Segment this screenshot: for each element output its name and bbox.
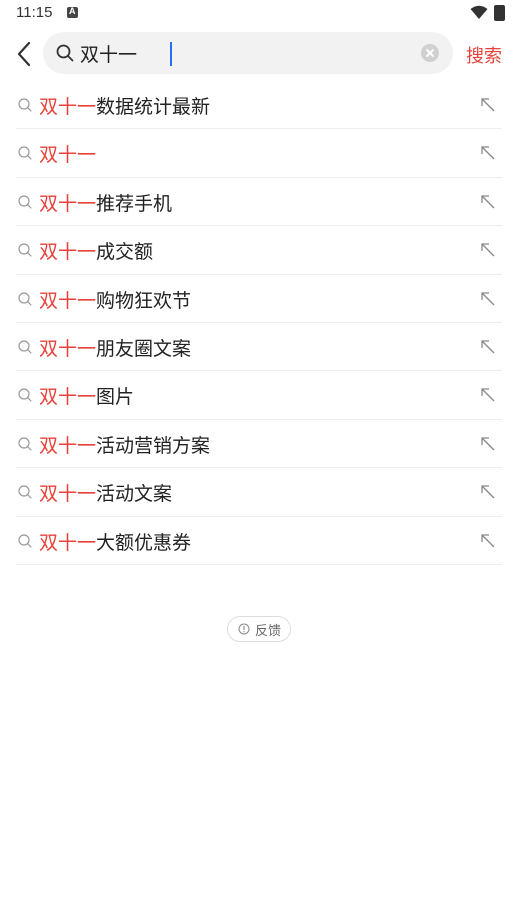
suggestion-rest: 推荐手机 xyxy=(96,192,173,215)
feedback-label: 反馈 xyxy=(255,624,282,639)
battery-icon xyxy=(494,5,505,21)
suggestion-text: 双十一朋友圈文案 xyxy=(39,334,191,361)
suggestion-item[interactable]: 双十一购物狂欢节 xyxy=(16,275,502,323)
fill-query-arrow-icon[interactable] xyxy=(480,533,496,549)
suggestion-text: 双十一数据统计最新 xyxy=(39,92,210,119)
search-icon xyxy=(18,388,32,402)
suggestion-text: 双十一活动营销方案 xyxy=(39,431,210,458)
search-button[interactable]: 搜索 xyxy=(466,42,502,68)
suggestion-text: 双十一大额优惠券 xyxy=(39,528,191,555)
suggestion-rest: 数据统计最新 xyxy=(96,96,211,118)
suggestion-item[interactable]: 双十一成交额 xyxy=(16,226,502,275)
suggestion-text: 双十一成交额 xyxy=(39,237,153,264)
fill-query-arrow-icon[interactable] xyxy=(480,339,496,355)
search-icon xyxy=(18,437,32,451)
suggestion-rest: 成交额 xyxy=(96,241,154,264)
search-icon xyxy=(18,340,32,354)
search-icon xyxy=(18,195,32,209)
notification-a-icon xyxy=(67,6,78,18)
search-icon xyxy=(56,44,74,62)
suggestion-item[interactable]: 双十一推荐手机 xyxy=(16,178,502,227)
text-caret xyxy=(170,42,172,66)
suggestion-highlight: 双十一 xyxy=(39,434,97,457)
suggestion-item[interactable]: 双十一数据统计最新 xyxy=(16,81,502,130)
fill-query-arrow-icon[interactable] xyxy=(480,291,496,307)
search-header: 搜索 xyxy=(0,30,518,78)
fill-query-arrow-icon[interactable] xyxy=(480,145,496,161)
suggestion-item[interactable]: 双十一活动文案 xyxy=(16,468,502,517)
fill-query-arrow-icon[interactable] xyxy=(480,97,496,113)
fill-query-arrow-icon[interactable] xyxy=(480,194,496,210)
suggestion-rest: 大额优惠券 xyxy=(96,531,192,554)
status-time: 11:15 xyxy=(16,4,53,21)
suggestion-rest: 图片 xyxy=(96,386,135,409)
suggestion-highlight: 双十一 xyxy=(39,289,97,312)
search-icon xyxy=(18,243,32,257)
suggestion-text: 双十一购物狂欢节 xyxy=(39,286,191,313)
suggestion-highlight: 双十一 xyxy=(39,241,97,264)
fill-query-arrow-icon[interactable] xyxy=(480,436,496,452)
suggestion-item[interactable]: 双十一图片 xyxy=(16,371,502,420)
suggestion-rest: 朋友圈文案 xyxy=(96,337,192,360)
back-arrow-icon xyxy=(17,41,31,67)
suggestion-text: 双十一 xyxy=(39,140,96,167)
search-icon xyxy=(18,485,32,499)
suggestion-rest: 购物狂欢节 xyxy=(96,289,192,312)
suggestion-highlight: 双十一 xyxy=(39,96,97,118)
suggestion-item[interactable]: 双十一大额优惠券 xyxy=(16,517,502,565)
suggestion-text: 双十一活动文案 xyxy=(39,479,172,506)
search-input[interactable] xyxy=(80,40,410,66)
fill-query-arrow-icon[interactable] xyxy=(480,242,496,258)
back-button[interactable] xyxy=(14,40,36,68)
feedback-button[interactable]: 反馈 xyxy=(227,616,291,642)
search-icon xyxy=(18,146,32,160)
suggestion-rest: 活动营销方案 xyxy=(96,434,211,457)
suggestion-text: 双十一图片 xyxy=(39,382,134,409)
suggestion-list: 双十一数据统计最新 双十一 双十一推荐手机 双十一成交额 双十一购物狂欢节 双十… xyxy=(0,81,518,565)
suggestion-item[interactable]: 双十一朋友圈文案 xyxy=(16,323,502,372)
suggestion-text: 双十一推荐手机 xyxy=(39,189,172,216)
fill-query-arrow-icon[interactable] xyxy=(480,484,496,500)
info-icon xyxy=(238,623,250,635)
suggestion-item[interactable]: 双十一 xyxy=(16,129,502,178)
suggestion-highlight: 双十一 xyxy=(39,483,97,506)
wifi-icon xyxy=(470,5,488,19)
suggestion-highlight: 双十一 xyxy=(39,531,97,554)
suggestion-highlight: 双十一 xyxy=(39,337,97,360)
search-icon xyxy=(18,533,32,548)
suggestion-highlight: 双十一 xyxy=(39,144,97,167)
fill-query-arrow-icon[interactable] xyxy=(480,387,496,403)
suggestion-rest: 活动文案 xyxy=(96,483,173,506)
search-box[interactable] xyxy=(43,32,453,74)
clear-input-icon[interactable] xyxy=(421,44,439,62)
suggestion-item[interactable]: 双十一活动营销方案 xyxy=(16,420,502,469)
suggestion-highlight: 双十一 xyxy=(39,386,97,409)
suggestion-highlight: 双十一 xyxy=(39,192,97,215)
status-bar: 11:15 xyxy=(0,0,518,28)
search-icon xyxy=(18,98,32,112)
search-icon xyxy=(18,291,32,306)
